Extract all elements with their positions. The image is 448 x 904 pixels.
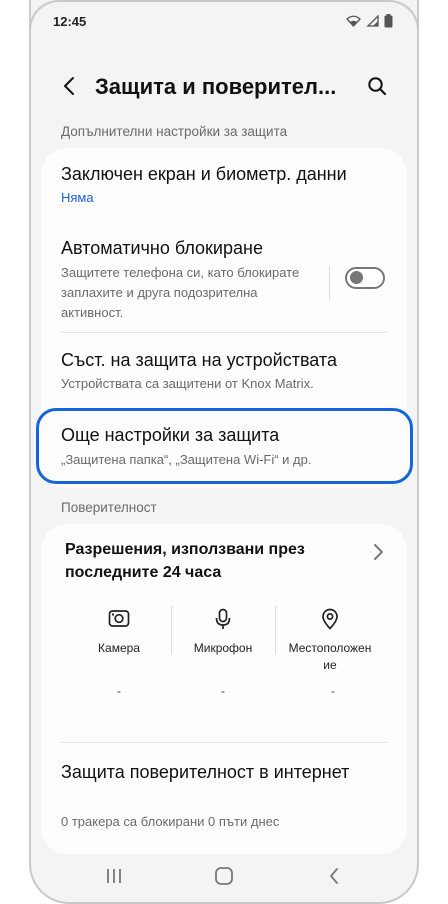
device-protection-status: Устройствата са защитени от Knox Matrix. — [61, 376, 314, 391]
internet-privacy-subtitle: 0 тракера са блокирани 0 пъти днес — [61, 814, 280, 829]
device-protection-item[interactable]: Съст. на защита на устройствата Устройст… — [41, 338, 407, 402]
recents-icon — [107, 869, 121, 883]
wifi-icon — [346, 15, 361, 27]
divider — [61, 742, 387, 743]
app-header: Защита и поверител... — [31, 62, 417, 110]
permission-location[interactable]: Местоположение — [275, 608, 385, 674]
toggle-knob — [350, 271, 363, 284]
search-button[interactable] — [363, 72, 391, 100]
status-time: 12:45 — [53, 14, 87, 29]
chevron-right-icon — [374, 544, 383, 560]
permissions-header[interactable]: Разрешения, използвани през последните 2… — [41, 524, 407, 588]
auto-block-description: Защитете телефона си, като блокирате зап… — [61, 265, 300, 320]
location-icon — [322, 608, 338, 630]
camera-icon — [108, 610, 130, 627]
auto-block-toggle[interactable] — [345, 267, 385, 289]
signal-icon — [366, 15, 379, 27]
nav-back-button[interactable] — [319, 864, 349, 888]
recents-button[interactable] — [99, 864, 129, 888]
search-icon — [368, 77, 387, 96]
section-label-privacy: Поверителност — [61, 500, 157, 515]
device-protection-title: Съст. на защита на устройствата — [61, 350, 337, 370]
home-icon — [215, 867, 233, 885]
microphone-icon — [215, 608, 231, 629]
toggle-separator — [329, 266, 330, 300]
permission-camera[interactable]: Камера — [67, 608, 171, 657]
permission-label: Местоположение — [288, 641, 372, 672]
permission-value: - — [331, 684, 335, 698]
more-security-title: Още настройки за защита — [61, 425, 280, 445]
privacy-card: Разрешения, използвани през последните 2… — [41, 524, 407, 854]
lock-screen-title: Заключен екран и биометр. данни — [61, 164, 347, 184]
back-button[interactable] — [55, 72, 83, 100]
lock-screen-status: Няма — [61, 190, 94, 205]
internet-privacy-title: Защита поверителност в интернет — [61, 762, 350, 782]
phone-screen: 12:45 Защита и поверител... Допълнителни… — [29, 0, 419, 904]
chevron-left-icon — [330, 868, 338, 884]
permission-label: Микрофон — [193, 641, 253, 655]
home-button[interactable] — [209, 864, 239, 888]
status-icons — [346, 14, 393, 28]
battery-icon — [384, 14, 393, 28]
more-security-subtitle: „Защитена папка“, „Защитена Wi-Fi“ и др. — [61, 452, 312, 467]
permission-microphone[interactable]: Микрофон — [171, 608, 275, 657]
divider — [61, 332, 387, 333]
page-title: Защита и поверител... — [95, 74, 337, 99]
internet-privacy-item[interactable]: Защита поверителност в интернет 0 тракер… — [41, 748, 407, 848]
permission-label: Камера — [98, 641, 140, 655]
permission-value: - — [221, 684, 225, 698]
permission-value: - — [117, 684, 121, 698]
navigation-bar — [31, 860, 417, 894]
back-arrow-icon — [64, 77, 74, 95]
more-security-settings-item[interactable]: Още настройки за защита „Защитена папка“… — [36, 408, 413, 484]
lock-screen-item[interactable]: Заключен екран и биометр. данни Няма — [41, 148, 407, 222]
auto-block-title: Автоматично блокиране — [61, 238, 263, 258]
auto-block-item[interactable]: Автоматично блокиране Защитете телефона … — [41, 228, 407, 330]
permissions-title: Разрешения, използвани през последните 2… — [65, 541, 305, 581]
section-label-additional-security: Допълнителни настройки за защита — [61, 124, 288, 139]
status-bar: 12:45 — [31, 8, 417, 38]
